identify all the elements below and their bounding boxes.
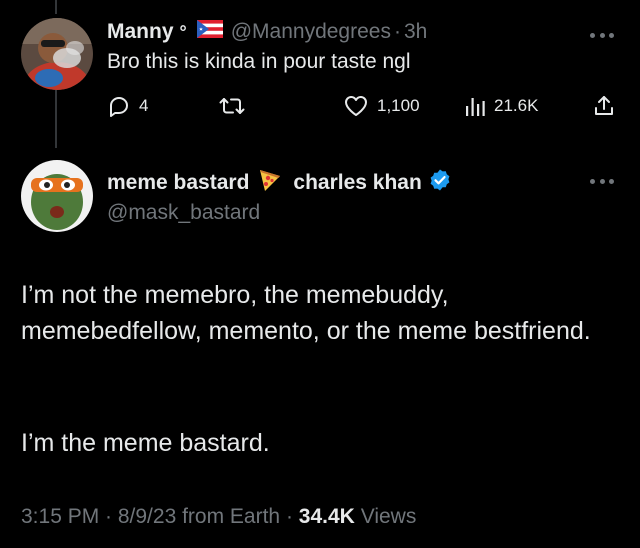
more-dot xyxy=(590,32,595,38)
like-action-button[interactable]: 1,100 xyxy=(343,92,420,120)
pizza-emoji-icon xyxy=(257,167,283,199)
reply-count: 4 xyxy=(139,96,149,115)
tweet-avatar[interactable] xyxy=(21,160,93,232)
speech-bubble-icon xyxy=(107,94,131,118)
tweet-second-name[interactable]: charles khan xyxy=(293,171,421,195)
reply-text: Bro this is kinda in pour taste ngl xyxy=(107,50,411,73)
tweet-meta: 3:15 PM · 8/9/23 from Earth · 34.4K View… xyxy=(21,505,416,529)
reply-name-suffix: ° xyxy=(179,21,187,42)
tweet-display-name[interactable]: meme bastard xyxy=(107,171,249,195)
tweet-timestamp[interactable]: 3:15 PM · 8/9/23 from Earth · xyxy=(21,505,293,528)
retweet-icon xyxy=(218,94,246,118)
like-count: 1,100 xyxy=(377,96,420,115)
heart-icon xyxy=(343,94,369,118)
more-dot xyxy=(599,32,605,38)
reply-header: Manny ° @Mannydegrees · 3h xyxy=(107,20,427,44)
views-count: 21.6K xyxy=(494,96,539,115)
more-dot xyxy=(609,32,614,38)
reply-display-name[interactable]: Manny xyxy=(107,20,174,44)
share-icon xyxy=(592,94,616,118)
reply-time[interactable]: 3h xyxy=(404,20,427,44)
reply-handle[interactable]: @Mannydegrees xyxy=(231,20,391,44)
tweet-paragraph-2: I’m the meme bastard. xyxy=(21,429,270,457)
tweet-header: meme bastard charles khan xyxy=(107,168,452,198)
verified-badge-icon xyxy=(428,168,452,198)
reply-action-button[interactable]: 4 xyxy=(107,92,148,120)
reply-action-bar: 4 1,100 21.6K xyxy=(0,92,640,120)
reply-separator: · xyxy=(393,20,401,43)
tweet-views-label: Views xyxy=(360,505,417,528)
thread-line-top xyxy=(55,0,57,14)
reply-more-button[interactable] xyxy=(590,30,614,40)
puerto-rico-flag-icon xyxy=(196,20,223,44)
more-dot xyxy=(590,178,595,184)
reply-avatar[interactable] xyxy=(21,18,93,90)
views-action-button[interactable]: 21.6K xyxy=(464,92,538,120)
retweet-action-button[interactable] xyxy=(218,92,246,120)
share-action-button[interactable] xyxy=(592,92,616,120)
tweet-more-button[interactable] xyxy=(590,176,614,186)
tweet-views-count: 34.4K xyxy=(298,505,355,528)
bar-chart-icon xyxy=(464,94,486,118)
more-dot xyxy=(609,178,614,184)
more-dot xyxy=(599,178,605,184)
tweet-paragraph-1: I’m not the memebro, the memebuddy, meme… xyxy=(21,281,591,345)
tweet-handle[interactable]: @mask_bastard xyxy=(107,201,260,225)
